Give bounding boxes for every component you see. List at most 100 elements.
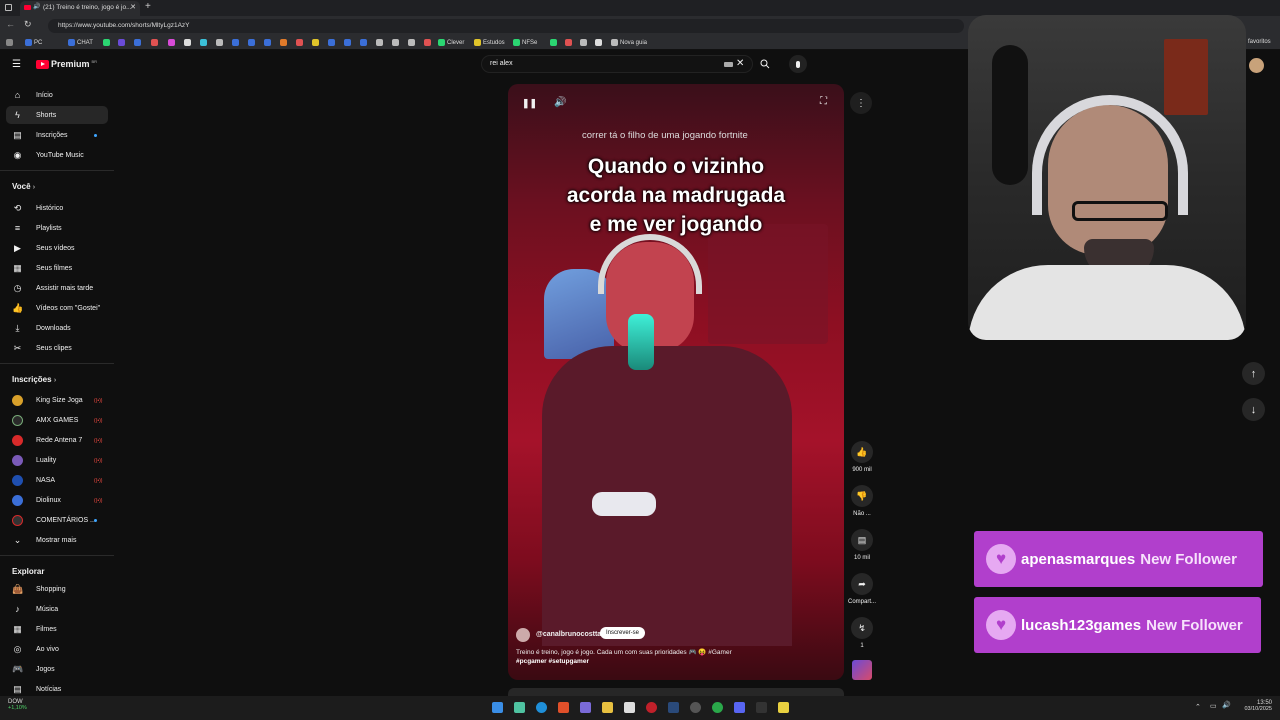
search-button[interactable] — [754, 55, 776, 73]
bookmark-icon[interactable] — [103, 39, 110, 46]
sidebar-item-shopping[interactable]: 👜 Shopping — [12, 582, 66, 596]
more-options-button[interactable]: ⋮ — [850, 92, 872, 114]
browser-tab[interactable]: 🔊 (21) Treino é treino, jogo é jo... ✕ — [20, 1, 140, 16]
keyboard-icon[interactable] — [724, 62, 733, 67]
bookmark-icon[interactable] — [6, 39, 13, 46]
store-icon[interactable] — [624, 702, 635, 713]
channel-king-size-joga[interactable]: King Size Joga — [12, 393, 83, 407]
channel-rede-antena-7[interactable]: Rede Antena 7 — [12, 433, 82, 447]
subscribe-button[interactable]: Inscrever-se — [600, 627, 646, 639]
search-input[interactable]: rei alex — [490, 60, 513, 67]
bookmark-icon[interactable] — [184, 39, 191, 46]
clear-search-icon[interactable]: ✕ — [736, 58, 744, 69]
next-short-button[interactable]: ↓ — [1242, 398, 1265, 421]
bookmark-icon[interactable] — [296, 39, 303, 46]
sidebar-item-seus-filmes[interactable]: ▦ Seus filmes — [12, 261, 72, 275]
pause-icon[interactable]: ❚❚ — [522, 98, 537, 109]
discord-icon[interactable] — [734, 702, 745, 713]
account-avatar[interactable] — [1249, 58, 1264, 73]
share-button[interactable]: ➦ Compart... — [844, 573, 880, 605]
channel-amx-games[interactable]: AMX GAMES — [12, 413, 78, 427]
channel-avatar[interactable] — [516, 628, 530, 642]
sidebar-item-assistir-mais-tarde[interactable]: ◷ Assistir mais tarde — [12, 281, 94, 295]
show-more-button[interactable]: ⌄ Mostrar mais — [12, 533, 77, 547]
sidebar-item-inscricoes[interactable]: ▤ Inscrições — [12, 128, 67, 142]
channel-luality[interactable]: Luality — [12, 453, 56, 467]
bookmark-chat[interactable]: CHAT — [68, 39, 93, 46]
like-button[interactable]: 👍 900 mil — [850, 441, 874, 473]
dislike-button[interactable]: 👎 Não ... — [850, 485, 874, 517]
new-tab-button[interactable]: + — [145, 1, 151, 12]
short-video-player[interactable]: ❚❚ 🔊 ⛶ correr tá o filho de uma jogando … — [508, 84, 844, 680]
bookmark-icon[interactable] — [392, 39, 399, 46]
tray-chevron-icon[interactable]: ⌃ — [1195, 703, 1201, 711]
youtube-logo[interactable]: Premium BR — [36, 59, 97, 69]
sidebar-item-filmes[interactable]: ▦ Filmes — [12, 622, 56, 636]
sidebar-item-shorts[interactable]: ϟ Shorts — [12, 108, 56, 122]
file-explorer-icon[interactable] — [602, 702, 613, 713]
previous-short-button[interactable]: ↑ — [1242, 362, 1265, 385]
sidebar-item-seus-videos[interactable]: ▶ Seus vídeos — [12, 241, 75, 255]
start-icon[interactable] — [492, 702, 503, 713]
sidebar-item-youtube-music[interactable]: ◉ YouTube Music — [12, 148, 84, 162]
notes-icon[interactable] — [778, 702, 789, 713]
bookmark-icon[interactable] — [151, 39, 158, 46]
bookmark-icon[interactable] — [344, 39, 351, 46]
clock[interactable]: 13:50 03/10/2025 — [1238, 700, 1272, 712]
fullscreen-icon[interactable]: ⛶ — [820, 96, 827, 107]
hamburger-menu-icon[interactable]: ☰ — [12, 59, 21, 70]
bookmark-icon[interactable] — [408, 39, 415, 46]
bookmark-icon[interactable] — [134, 39, 141, 46]
sidebar-item-jogos[interactable]: 🎮 Jogos — [12, 662, 55, 676]
bookmark-icon[interactable] — [232, 39, 239, 46]
network-icon[interactable]: ▭ — [1210, 702, 1217, 710]
brave-icon[interactable] — [558, 702, 569, 713]
copilot-icon[interactable] — [580, 702, 591, 713]
voice-search-button[interactable] — [789, 55, 807, 73]
channel-handle[interactable]: @canalbrunocostta — [536, 631, 601, 638]
sidebar-item-ao-vivo[interactable]: ◎ Ao vivo — [12, 642, 59, 656]
bookmark-icon[interactable] — [200, 39, 207, 46]
sidebar-item-videos-gostei[interactable]: 👍 Vídeos com "Gostei" — [12, 301, 100, 315]
reload-icon[interactable]: ↻ — [24, 19, 32, 30]
bookmark-pc[interactable]: PC — [25, 39, 42, 46]
section-inscricoes[interactable]: Inscrições › — [12, 375, 56, 384]
volume-icon[interactable]: 🔊 — [554, 97, 566, 108]
tab-close-icon[interactable]: ✕ — [130, 3, 136, 11]
stock-widget[interactable]: DOW +1,10% — [8, 699, 27, 711]
remix-button[interactable]: ↯ 1 — [850, 617, 874, 649]
bookmark-estudos[interactable]: Estudos — [474, 39, 505, 46]
bookmark-nova-guia[interactable]: Nova guia — [611, 39, 647, 46]
sidebar-item-musica[interactable]: ♪ Música — [12, 602, 58, 616]
bookmark-icon[interactable] — [264, 39, 271, 46]
short-hashtags[interactable]: #pcgamer #setupgamer — [516, 658, 589, 665]
window-menu-icon[interactable] — [5, 4, 12, 11]
bookmark-icon[interactable] — [424, 39, 431, 46]
sidebar-item-playlists[interactable]: ≡ Playlists — [12, 221, 62, 235]
url-field[interactable]: https://www.youtube.com/shorts/MltyLgz1A… — [48, 19, 964, 33]
sidebar-item-seus-clipes[interactable]: ✂ Seus clipes — [12, 341, 72, 355]
bookmark-clever[interactable]: Clever — [438, 39, 464, 46]
section-voce[interactable]: Você › — [12, 182, 35, 191]
bookmark-icon[interactable] — [580, 39, 587, 46]
opera-icon[interactable] — [646, 702, 657, 713]
app-icon[interactable] — [756, 702, 767, 713]
bookmark-icon[interactable] — [118, 39, 125, 46]
bookmark-icon[interactable] — [376, 39, 383, 46]
sound-thumbnail[interactable] — [852, 660, 872, 680]
channel-comentarios[interactable]: COMENTÁRIOS ... — [12, 513, 96, 527]
bookmark-icon[interactable] — [312, 39, 319, 46]
edge-icon[interactable] — [536, 702, 547, 713]
chatgpt-icon[interactable] — [690, 702, 701, 713]
sidebar-item-inicio[interactable]: ⌂ Início — [12, 88, 53, 102]
search-box[interactable]: rei alex ✕ — [481, 55, 753, 73]
channel-diolinux[interactable]: Diolinux — [12, 493, 61, 507]
bookmark-icon[interactable] — [360, 39, 367, 46]
xbox-icon[interactable] — [712, 702, 723, 713]
bookmark-icon[interactable] — [595, 39, 602, 46]
volume-tray-icon[interactable]: 🔊 — [1222, 701, 1231, 709]
bookmark-nfse[interactable]: NFSe — [513, 39, 537, 46]
widgets-icon[interactable] — [514, 702, 525, 713]
bookmark-icon[interactable] — [168, 39, 175, 46]
bookmark-favorites[interactable]: favoritos — [1248, 39, 1271, 45]
